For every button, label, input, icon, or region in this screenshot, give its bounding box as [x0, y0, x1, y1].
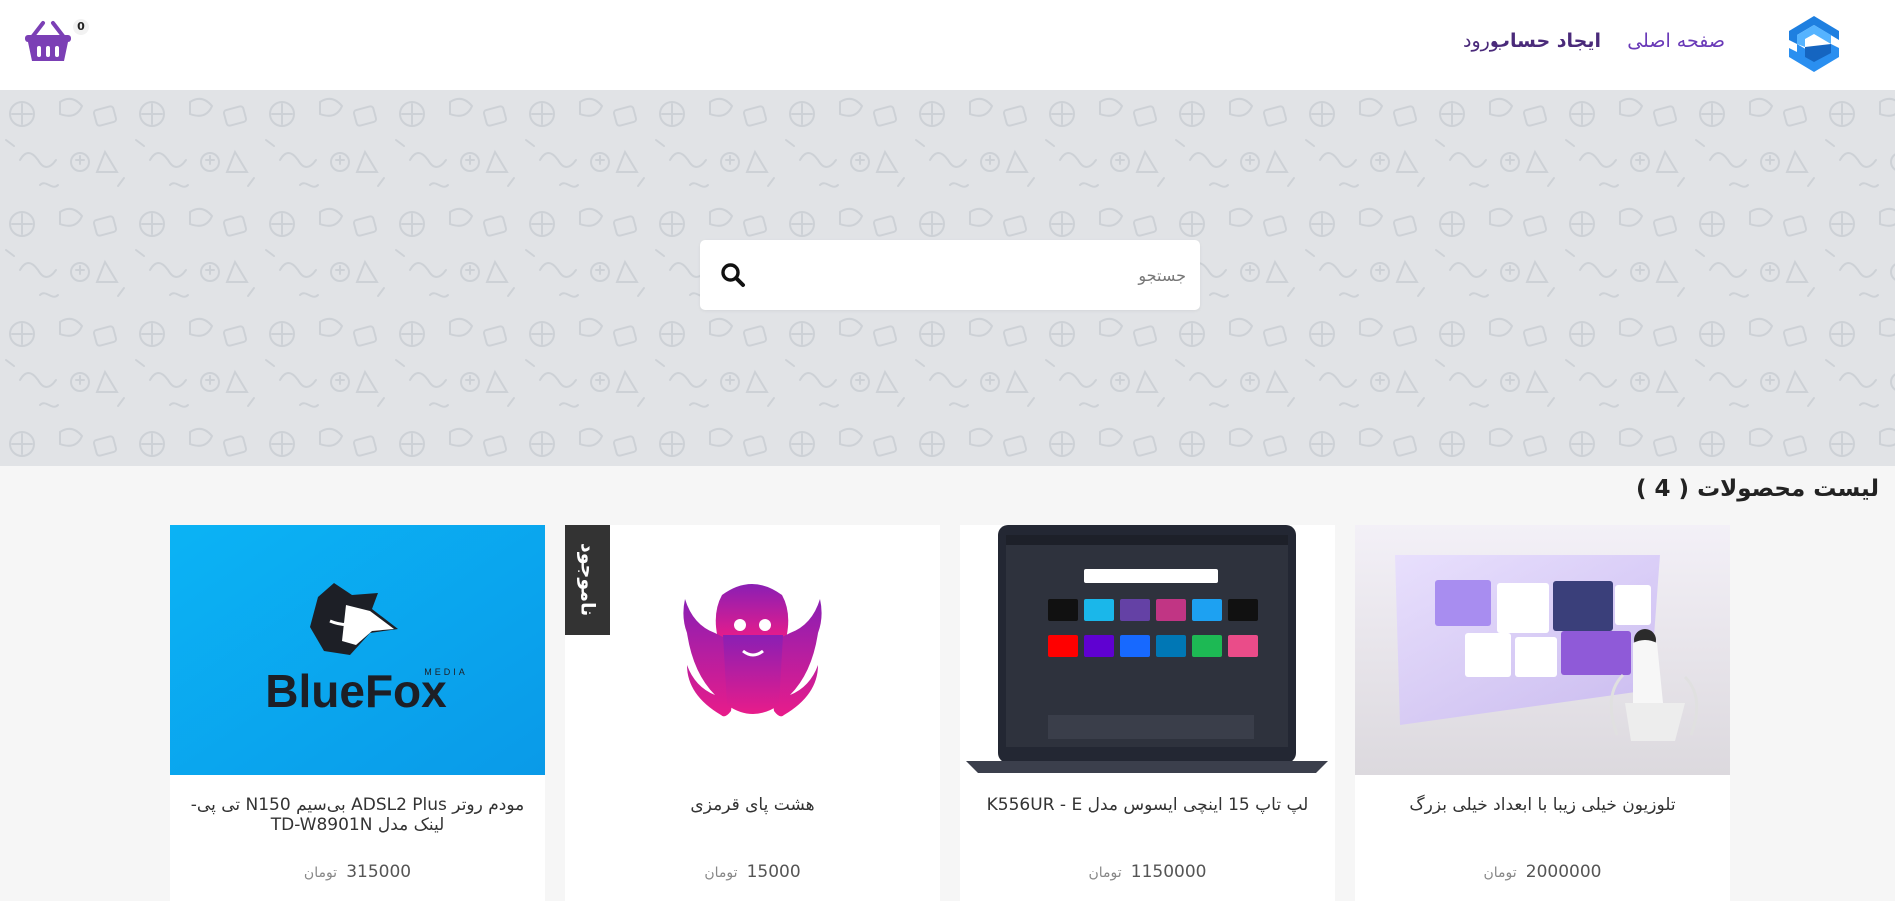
- price-currency: تومان: [704, 865, 738, 881]
- header: صفحه اصلی ایجاد حساب ورود 0: [0, 0, 1895, 90]
- cart-count-badge: 0: [73, 19, 89, 35]
- price-currency: تومان: [1483, 865, 1517, 881]
- product-card[interactable]: ناموجود هشت پای قرمزی 15000 تومان: [565, 525, 940, 901]
- price-value: 2000000: [1525, 862, 1602, 882]
- price-currency: تومان: [1088, 865, 1122, 881]
- price-value: 1150000: [1130, 862, 1207, 882]
- search-box: [700, 240, 1200, 310]
- svg-text:MEDIA: MEDIA: [424, 667, 468, 677]
- product-card[interactable]: BlueFox MEDIA مودم روتر ADSL2 Plus بی‌سی…: [170, 525, 545, 901]
- product-image-laptop[interactable]: [960, 525, 1335, 775]
- product-price: 15000 تومان: [565, 862, 940, 882]
- price-currency: تومان: [303, 865, 338, 881]
- product-card[interactable]: لپ تاپ 15 اینچی ایسوس مدل K556UR - E 115…: [960, 525, 1335, 901]
- price-value: 15000: [746, 862, 801, 882]
- product-price: 315000 تومان: [170, 862, 545, 882]
- nav-login-link[interactable]: ورود: [1463, 30, 1499, 52]
- svg-text:BlueFox: BlueFox: [265, 665, 447, 717]
- search-input[interactable]: [770, 240, 1200, 310]
- product-name[interactable]: مودم روتر ADSL2 Plus بی‌سیم N150 تی پی-ل…: [176, 795, 539, 835]
- price-value: 315000: [346, 862, 412, 882]
- search-icon: [721, 263, 745, 287]
- product-name[interactable]: تلوزیون خیلی زیبا با ابعداد خیلی بزرگ: [1361, 795, 1724, 815]
- nav-register-link[interactable]: ایجاد حساب: [1491, 30, 1601, 52]
- search-button[interactable]: [710, 252, 756, 298]
- product-name[interactable]: لپ تاپ 15 اینچی ایسوس مدل K556UR - E: [966, 795, 1329, 815]
- logo-icon[interactable]: [1783, 14, 1845, 76]
- product-image-octopus[interactable]: [565, 525, 940, 775]
- out-of-stock-badge: ناموجود: [565, 525, 610, 635]
- product-card[interactable]: تلوزیون خیلی زیبا با ابعداد خیلی بزرگ 20…: [1355, 525, 1730, 901]
- product-image-tv[interactable]: [1355, 525, 1730, 775]
- product-list-title: لیست محصولات ( 4 ): [1636, 476, 1879, 502]
- product-price: 1150000 تومان: [960, 862, 1335, 882]
- nav-home-link[interactable]: صفحه اصلی: [1627, 30, 1725, 52]
- product-price: 2000000 تومان: [1355, 862, 1730, 882]
- product-image-bluefox[interactable]: BlueFox MEDIA: [170, 525, 545, 775]
- basket-icon[interactable]: [24, 20, 72, 62]
- product-name[interactable]: هشت پای قرمزی: [571, 795, 934, 815]
- hero-banner: [0, 90, 1895, 466]
